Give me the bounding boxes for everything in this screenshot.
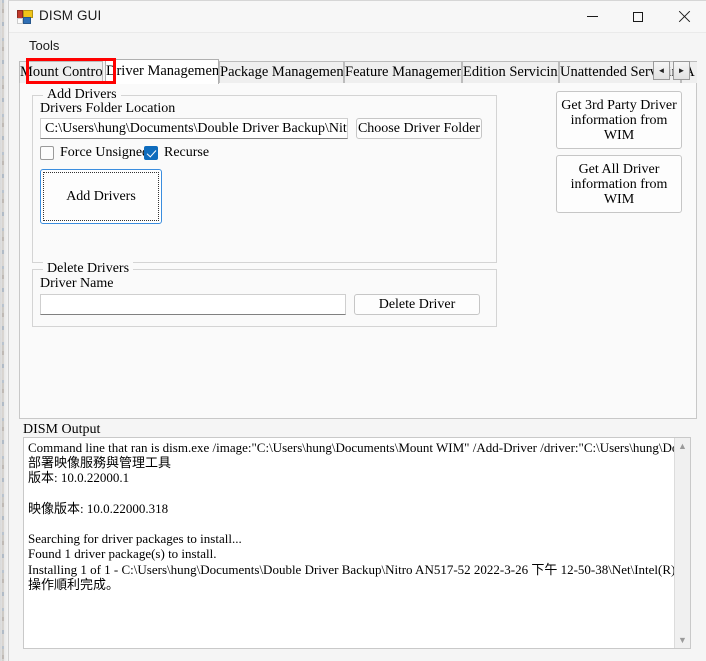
maximize-button[interactable] [615, 1, 661, 32]
drivers-folder-location-input[interactable]: C:\Users\hung\Documents\Double Driver Ba… [40, 118, 348, 139]
choose-driver-folder-button[interactable]: Choose Driver Folder [356, 118, 482, 139]
recurse-checkbox[interactable]: Recurse [144, 145, 209, 161]
tab-scroll-right-button[interactable]: ► [673, 61, 690, 80]
delete-driver-button[interactable]: Delete Driver [354, 294, 480, 315]
group-delete-drivers-title: Delete Drivers [43, 261, 134, 277]
window-title: DISM GUI [39, 8, 102, 23]
desktop-wallpaper-strip [2, 0, 4, 661]
tab-scroll-left-button[interactable]: ◄ [653, 61, 670, 80]
get-all-driver-info-button[interactable]: Get All Driver information from WIM [556, 155, 682, 213]
tab-strip: Mount Control Driver Management Package … [19, 59, 697, 84]
force-unsigned-label: Force Unsigned [60, 145, 150, 160]
dism-output-text: Command line that ran is dism.exe /image… [28, 440, 691, 592]
focus-outline [43, 172, 159, 221]
app-form-icon [17, 10, 33, 24]
label-driver-name: Driver Name [40, 276, 114, 291]
force-unsigned-checkbox[interactable]: Force Unsigned [40, 145, 149, 161]
minimize-button[interactable] [569, 1, 615, 32]
close-icon [678, 11, 690, 23]
tab-package-management[interactable]: Package Management [219, 61, 344, 84]
recurse-checkbox-box [144, 146, 158, 160]
scroll-up-icon[interactable]: ▲ [675, 438, 690, 454]
tab-driver-management[interactable]: Driver Management [105, 59, 219, 84]
add-drivers-button[interactable]: Add Drivers [40, 169, 162, 224]
tab-feature-management[interactable]: Feature Management [344, 61, 462, 84]
menu-item-tools[interactable]: Tools [23, 36, 65, 55]
tab-mount-control[interactable]: Mount Control [19, 61, 103, 84]
get-3rd-party-driver-info-button[interactable]: Get 3rd Party Driver information from WI… [556, 91, 682, 149]
tab-page-driver-management: Add Drivers Drivers Folder Location C:\U… [19, 83, 697, 419]
menu-bar: Tools [9, 33, 706, 57]
dism-output-scrollbar[interactable]: ▲ ▼ [674, 438, 690, 648]
label-drivers-folder-location: Drivers Folder Location [40, 101, 176, 116]
screen-root: DISM GUI Tools Mount Control Driver Mana… [0, 0, 706, 661]
tab-edition-servicing[interactable]: Edition Servicing [462, 61, 559, 84]
driver-name-input[interactable] [40, 294, 346, 315]
scroll-down-icon[interactable]: ▼ [675, 632, 690, 648]
minimize-icon [586, 16, 598, 17]
title-bar: DISM GUI [9, 1, 706, 33]
desktop-edge [0, 0, 8, 661]
dism-output-panel[interactable]: Command line that ran is dism.exe /image… [23, 437, 691, 649]
dism-output-label: DISM Output [23, 422, 101, 437]
dism-gui-window: DISM GUI Tools Mount Control Driver Mana… [8, 0, 706, 661]
window-bottom-edge [9, 650, 706, 661]
force-unsigned-checkbox-box [40, 146, 54, 160]
close-button[interactable] [661, 1, 706, 32]
recurse-label: Recurse [164, 145, 210, 160]
maximize-icon [633, 11, 643, 22]
